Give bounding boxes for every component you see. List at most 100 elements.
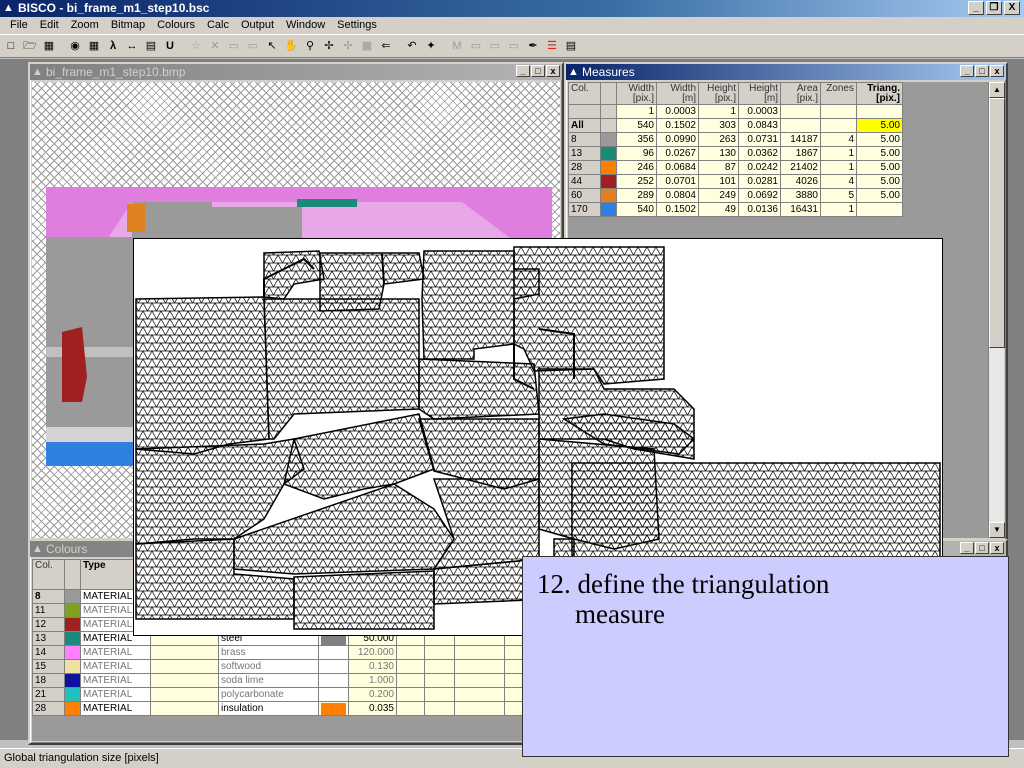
col-header-col[interactable]: Col.	[32, 559, 65, 590]
minimize-button[interactable]: _	[968, 1, 984, 15]
wand-icon[interactable]: ✦	[422, 37, 440, 55]
material-swatch-cell[interactable]	[318, 659, 349, 674]
material-name-cell[interactable]: polycarbonate	[218, 687, 319, 702]
table-row[interactable]: All 540 0.1502 303 0.0843 5.00	[568, 118, 903, 133]
colour-swatch-cell[interactable]	[600, 160, 617, 175]
table-row[interactable]: 14 MATERIAL brass 120.000	[32, 645, 545, 660]
col-id-cell[interactable]: 21	[32, 687, 65, 702]
col-id-cell[interactable]: 28	[568, 160, 601, 175]
height-pix-cell[interactable]: 130	[698, 146, 739, 161]
hand-icon[interactable]: ✋	[282, 37, 300, 55]
extra-cell[interactable]	[396, 659, 425, 674]
extra-cell[interactable]	[454, 673, 505, 688]
width-pix-cell[interactable]: 1	[616, 104, 657, 119]
material-group-cell[interactable]	[150, 701, 219, 716]
maximize-button[interactable]: □	[975, 65, 989, 77]
material-name-cell[interactable]: soda lime	[218, 673, 319, 688]
triang-cell[interactable]: 5.00	[856, 118, 903, 133]
width-m-cell[interactable]: 0.0804	[656, 188, 699, 203]
bisco-app-icon[interactable]: ▲	[3, 2, 15, 14]
minimize-button[interactable]: _	[516, 65, 530, 77]
tool-icon[interactable]: ▭	[244, 37, 262, 55]
col-id-cell[interactable]: 170	[568, 202, 601, 217]
table-row[interactable]: 60 289 0.0804 249 0.0692 3880 5 5.00	[568, 188, 903, 203]
height-m-cell[interactable]: 0.0242	[738, 160, 781, 175]
measures-window-titlebar[interactable]: ▲ Measures _ □ x	[566, 64, 1006, 80]
zones-cell[interactable]: 1	[820, 160, 857, 175]
material-swatch-cell[interactable]	[318, 687, 349, 702]
zones-cell[interactable]: 1	[820, 146, 857, 161]
colour-swatch-cell[interactable]	[600, 104, 617, 119]
height-pix-cell[interactable]: 101	[698, 174, 739, 189]
lambda-icon[interactable]: λ	[104, 37, 122, 55]
width-pix-cell[interactable]: 246	[616, 160, 657, 175]
minimize-button[interactable]: _	[960, 542, 974, 554]
triang-cell[interactable]	[856, 104, 903, 119]
bitmap-window-titlebar[interactable]: ▲ bi_frame_m1_step10.bmp _ □ x	[30, 64, 562, 80]
col-header-height-m[interactable]: Height [m]	[738, 82, 781, 105]
u-icon[interactable]: U	[161, 37, 179, 55]
colour-swatch-cell[interactable]	[600, 174, 617, 189]
colour-swatch-cell[interactable]	[64, 617, 81, 632]
col-id-cell[interactable]: 18	[32, 673, 65, 688]
menu-window[interactable]: Window	[280, 17, 331, 34]
triang-cell[interactable]	[856, 202, 903, 217]
menu-output[interactable]: Output	[235, 17, 280, 34]
table-row[interactable]: 28 246 0.0684 87 0.0242 21402 1 5.00	[568, 160, 903, 175]
extra-cell[interactable]	[424, 701, 455, 716]
material-group-cell[interactable]	[150, 673, 219, 688]
extra-cell[interactable]	[424, 687, 455, 702]
tool-icon[interactable]: ☆	[187, 37, 205, 55]
close-button[interactable]: x	[990, 542, 1004, 554]
table-row[interactable]: 1 0.0003 1 0.0003	[568, 104, 903, 119]
save-icon[interactable]: ▦	[40, 37, 58, 55]
width-pix-cell[interactable]: 96	[616, 146, 657, 161]
hatch-icon[interactable]: ▤	[142, 37, 160, 55]
material-group-cell[interactable]	[150, 645, 219, 660]
extra-cell[interactable]	[454, 701, 505, 716]
tool-icon[interactable]: ✢	[339, 37, 357, 55]
menu-settings[interactable]: Settings	[331, 17, 383, 34]
width-pix-cell[interactable]: 540	[616, 118, 657, 133]
cross-icon[interactable]: ✕	[206, 37, 224, 55]
type-cell[interactable]: MATERIAL	[80, 659, 151, 674]
extra-cell[interactable]	[396, 687, 425, 702]
conductivity-cell[interactable]: 0.200	[348, 687, 397, 702]
type-cell[interactable]: MATERIAL	[80, 645, 151, 660]
col-header-area[interactable]: Area [pix.]	[780, 82, 821, 105]
zones-cell[interactable]: 4	[820, 132, 857, 147]
colour-swatch-cell[interactable]	[64, 659, 81, 674]
material-name-cell[interactable]: insulation	[218, 701, 319, 716]
area-cell[interactable]: 1867	[780, 146, 821, 161]
material-swatch-cell[interactable]	[318, 701, 349, 716]
height-pix-cell[interactable]: 87	[698, 160, 739, 175]
camera-icon[interactable]: ◉	[66, 37, 84, 55]
m-icon[interactable]: M	[448, 37, 466, 55]
conductivity-cell[interactable]: 120.000	[348, 645, 397, 660]
extra-cell[interactable]	[454, 687, 505, 702]
width-pix-cell[interactable]: 252	[616, 174, 657, 189]
colour-swatch-cell[interactable]	[64, 673, 81, 688]
height-m-cell[interactable]: 0.0843	[738, 118, 781, 133]
col-id-cell[interactable]: 44	[568, 174, 601, 189]
conductivity-cell[interactable]: 0.130	[348, 659, 397, 674]
col-id-cell[interactable]: 12	[32, 617, 65, 632]
maximize-button[interactable]: □	[975, 542, 989, 554]
col-header-triang[interactable]: Triang. [pix.]	[856, 82, 903, 105]
table-row[interactable]: 21 MATERIAL polycarbonate 0.200	[32, 687, 545, 702]
width-m-cell[interactable]: 0.0701	[656, 174, 699, 189]
width-pix-cell[interactable]: 540	[616, 202, 657, 217]
height-m-cell[interactable]: 0.0731	[738, 132, 781, 147]
col-id-cell[interactable]	[568, 104, 601, 119]
col-header-colour[interactable]	[64, 559, 81, 590]
conductivity-cell[interactable]: 1.000	[348, 673, 397, 688]
colour-swatch-cell[interactable]	[64, 631, 81, 646]
restore-button[interactable]: ❐	[986, 1, 1002, 15]
colour-swatch-cell[interactable]	[64, 589, 81, 604]
pointer-icon[interactable]: ↖	[263, 37, 281, 55]
col-id-cell[interactable]: 60	[568, 188, 601, 203]
area-cell[interactable]: 16431	[780, 202, 821, 217]
move-icon[interactable]: ✢	[320, 37, 338, 55]
width-m-cell[interactable]: 0.0003	[656, 104, 699, 119]
open-icon[interactable]: 🗁	[21, 37, 39, 55]
